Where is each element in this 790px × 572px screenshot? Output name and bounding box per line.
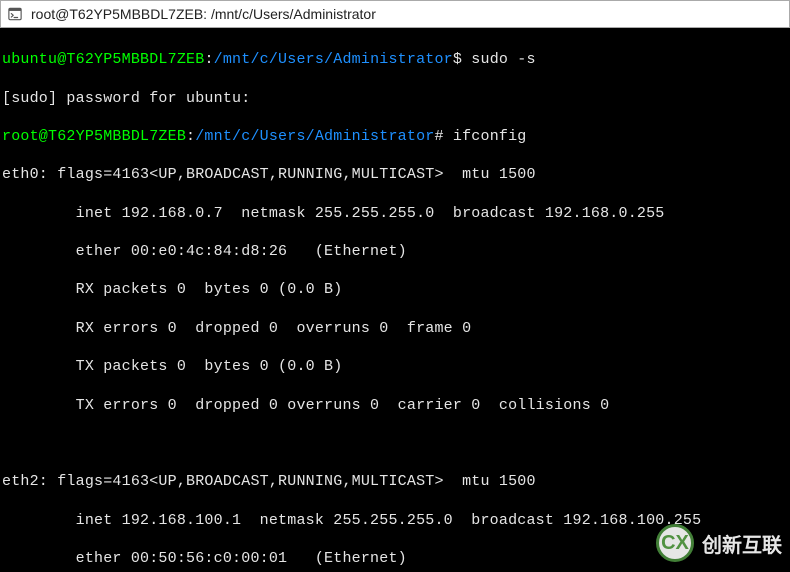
output-line: TX packets 0 bytes 0 (0.0 B) [2,357,788,376]
prompt-colon: : [186,128,195,145]
output-line: TX errors 0 dropped 0 overruns 0 carrier… [2,396,788,415]
prompt-path: /mnt/c/Users/Administrator [214,51,453,68]
output-line: inet 192.168.0.7 netmask 255.255.255.0 b… [2,204,788,223]
command-text: sudo -s [471,51,535,68]
output-line: eth0: flags=4163<UP,BROADCAST,RUNNING,MU… [2,165,788,184]
prompt-userhost: ubuntu@T62YP5MBBDL7ZEB [2,51,204,68]
terminal-area[interactable]: ubuntu@T62YP5MBBDL7ZEB:/mnt/c/Users/Admi… [0,28,790,572]
prompt-userhost: root@T62YP5MBBDL7ZEB [2,128,186,145]
prompt-line-2: root@T62YP5MBBDL7ZEB:/mnt/c/Users/Admini… [2,127,788,146]
output-line: RX errors 0 dropped 0 overruns 0 frame 0 [2,319,788,338]
prompt-line-1: ubuntu@T62YP5MBBDL7ZEB:/mnt/c/Users/Admi… [2,50,788,69]
output-line: eth2: flags=4163<UP,BROADCAST,RUNNING,MU… [2,472,788,491]
watermark: CX 创新互联 [656,524,782,562]
watermark-brand: 创新互联 [702,529,782,558]
prompt-symbol: # [434,128,443,145]
sudo-password-line: [sudo] password for ubuntu: [2,89,788,108]
blank-line [2,434,788,453]
output-line: RX packets 0 bytes 0 (0.0 B) [2,280,788,299]
prompt-colon: : [204,51,213,68]
prompt-symbol: $ [453,51,462,68]
terminal-icon [7,6,23,22]
command-text: ifconfig [453,128,527,145]
window-title: root@T62YP5MBBDL7ZEB: /mnt/c/Users/Admin… [31,6,376,22]
output-line: ether 00:e0:4c:84:d8:26 (Ethernet) [2,242,788,261]
window-titlebar: root@T62YP5MBBDL7ZEB: /mnt/c/Users/Admin… [0,0,790,28]
prompt-path: /mnt/c/Users/Administrator [195,128,434,145]
watermark-logo-icon: CX [656,524,694,562]
